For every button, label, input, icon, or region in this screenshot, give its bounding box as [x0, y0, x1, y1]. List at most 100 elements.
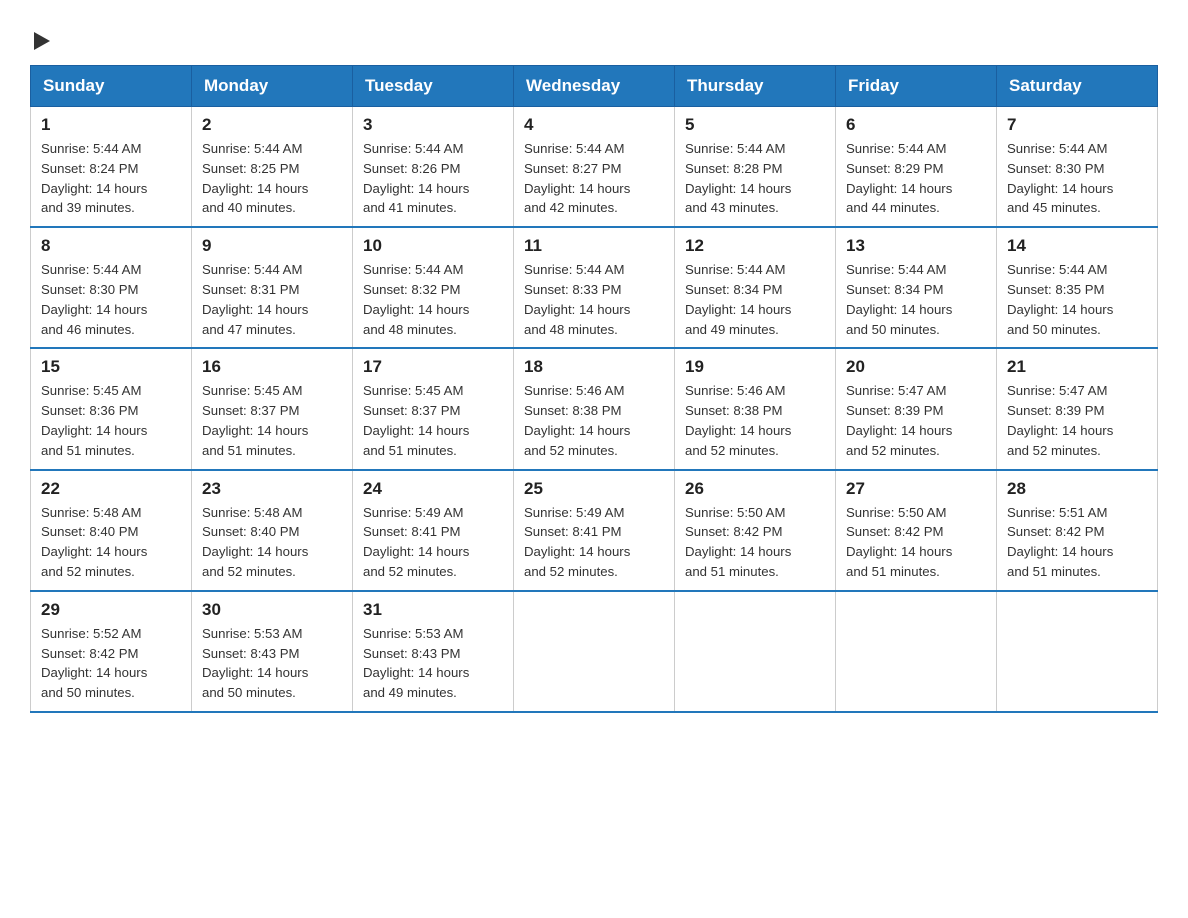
- day-number: 31: [363, 600, 503, 620]
- day-cell: 21 Sunrise: 5:47 AMSunset: 8:39 PMDayligh…: [997, 348, 1158, 469]
- day-info: Sunrise: 5:49 AMSunset: 8:41 PMDaylight:…: [524, 503, 664, 582]
- logo: [30, 20, 50, 55]
- day-cell: 17 Sunrise: 5:45 AMSunset: 8:37 PMDayligh…: [353, 348, 514, 469]
- day-cell: 6 Sunrise: 5:44 AMSunset: 8:29 PMDaylight…: [836, 107, 997, 228]
- day-number: 22: [41, 479, 181, 499]
- day-cell: 7Sunrise: 5:44 AMSunset: 8:30 PMDaylight…: [997, 107, 1158, 228]
- day-number: 20: [846, 357, 986, 377]
- day-cell: [997, 591, 1158, 712]
- header-cell-sunday: Sunday: [31, 66, 192, 107]
- day-info: Sunrise: 5:47 AMSunset: 8:39 PMDaylight:…: [846, 381, 986, 460]
- day-number: 15: [41, 357, 181, 377]
- day-cell: 24 Sunrise: 5:49 AMSunset: 8:41 PMDayligh…: [353, 470, 514, 591]
- header-cell-wednesday: Wednesday: [514, 66, 675, 107]
- day-info: Sunrise: 5:44 AMSunset: 8:29 PMDaylight:…: [846, 139, 986, 218]
- calendar-body: 1Sunrise: 5:44 AMSunset: 8:24 PMDaylight…: [31, 107, 1158, 712]
- header-cell-friday: Friday: [836, 66, 997, 107]
- day-cell: 9 Sunrise: 5:44 AMSunset: 8:31 PMDaylight…: [192, 227, 353, 348]
- day-number: 26: [685, 479, 825, 499]
- day-cell: 4Sunrise: 5:44 AMSunset: 8:27 PMDaylight…: [514, 107, 675, 228]
- day-info: Sunrise: 5:48 AMSunset: 8:40 PMDaylight:…: [41, 503, 181, 582]
- day-info: Sunrise: 5:44 AMSunset: 8:33 PMDaylight:…: [524, 260, 664, 339]
- day-cell: [675, 591, 836, 712]
- day-info: Sunrise: 5:44 AMSunset: 8:30 PMDaylight:…: [41, 260, 181, 339]
- day-cell: 25 Sunrise: 5:49 AMSunset: 8:41 PMDayligh…: [514, 470, 675, 591]
- day-info: Sunrise: 5:53 AMSunset: 8:43 PMDaylight:…: [202, 624, 342, 703]
- day-cell: 16 Sunrise: 5:45 AMSunset: 8:37 PMDayligh…: [192, 348, 353, 469]
- day-info: Sunrise: 5:44 AMSunset: 8:35 PMDaylight:…: [1007, 260, 1147, 339]
- day-cell: 20 Sunrise: 5:47 AMSunset: 8:39 PMDayligh…: [836, 348, 997, 469]
- day-number: 21: [1007, 357, 1147, 377]
- day-info: Sunrise: 5:44 AMSunset: 8:28 PMDaylight:…: [685, 139, 825, 218]
- day-number: 6: [846, 115, 986, 135]
- day-cell: 28 Sunrise: 5:51 AMSunset: 8:42 PMDayligh…: [997, 470, 1158, 591]
- day-number: 5: [685, 115, 825, 135]
- day-cell: [836, 591, 997, 712]
- day-cell: 22 Sunrise: 5:48 AMSunset: 8:40 PMDayligh…: [31, 470, 192, 591]
- header-cell-tuesday: Tuesday: [353, 66, 514, 107]
- header-cell-monday: Monday: [192, 66, 353, 107]
- day-number: 17: [363, 357, 503, 377]
- day-cell: 19 Sunrise: 5:46 AMSunset: 8:38 PMDayligh…: [675, 348, 836, 469]
- day-number: 19: [685, 357, 825, 377]
- day-cell: 13 Sunrise: 5:44 AMSunset: 8:34 PMDayligh…: [836, 227, 997, 348]
- day-info: Sunrise: 5:49 AMSunset: 8:41 PMDaylight:…: [363, 503, 503, 582]
- day-number: 16: [202, 357, 342, 377]
- day-number: 4: [524, 115, 664, 135]
- day-cell: [514, 591, 675, 712]
- day-cell: 10Sunrise: 5:44 AMSunset: 8:32 PMDayligh…: [353, 227, 514, 348]
- header-cell-thursday: Thursday: [675, 66, 836, 107]
- day-info: Sunrise: 5:44 AMSunset: 8:26 PMDaylight:…: [363, 139, 503, 218]
- day-number: 23: [202, 479, 342, 499]
- day-number: 29: [41, 600, 181, 620]
- week-row-1: 1Sunrise: 5:44 AMSunset: 8:24 PMDaylight…: [31, 107, 1158, 228]
- day-number: 30: [202, 600, 342, 620]
- day-cell: 8 Sunrise: 5:44 AMSunset: 8:30 PMDaylight…: [31, 227, 192, 348]
- day-cell: 26Sunrise: 5:50 AMSunset: 8:42 PMDayligh…: [675, 470, 836, 591]
- day-cell: 31 Sunrise: 5:53 AMSunset: 8:43 PMDayligh…: [353, 591, 514, 712]
- day-number: 25: [524, 479, 664, 499]
- day-cell: 23 Sunrise: 5:48 AMSunset: 8:40 PMDayligh…: [192, 470, 353, 591]
- day-cell: 11Sunrise: 5:44 AMSunset: 8:33 PMDayligh…: [514, 227, 675, 348]
- day-number: 28: [1007, 479, 1147, 499]
- day-info: Sunrise: 5:44 AMSunset: 8:34 PMDaylight:…: [846, 260, 986, 339]
- header-row: SundayMondayTuesdayWednesdayThursdayFrid…: [31, 66, 1158, 107]
- day-info: Sunrise: 5:45 AMSunset: 8:37 PMDaylight:…: [363, 381, 503, 460]
- day-number: 9: [202, 236, 342, 256]
- day-info: Sunrise: 5:46 AMSunset: 8:38 PMDaylight:…: [685, 381, 825, 460]
- day-cell: 14 Sunrise: 5:44 AMSunset: 8:35 PMDayligh…: [997, 227, 1158, 348]
- day-info: Sunrise: 5:44 AMSunset: 8:25 PMDaylight:…: [202, 139, 342, 218]
- day-number: 8: [41, 236, 181, 256]
- page-header: [30, 20, 1158, 55]
- week-row-5: 29 Sunrise: 5:52 AMSunset: 8:42 PMDayligh…: [31, 591, 1158, 712]
- day-info: Sunrise: 5:50 AMSunset: 8:42 PMDaylight:…: [846, 503, 986, 582]
- day-number: 7: [1007, 115, 1147, 135]
- day-info: Sunrise: 5:52 AMSunset: 8:42 PMDaylight:…: [41, 624, 181, 703]
- day-cell: 5 Sunrise: 5:44 AMSunset: 8:28 PMDaylight…: [675, 107, 836, 228]
- day-info: Sunrise: 5:46 AMSunset: 8:38 PMDaylight:…: [524, 381, 664, 460]
- day-info: Sunrise: 5:51 AMSunset: 8:42 PMDaylight:…: [1007, 503, 1147, 582]
- day-info: Sunrise: 5:45 AMSunset: 8:36 PMDaylight:…: [41, 381, 181, 460]
- week-row-4: 22 Sunrise: 5:48 AMSunset: 8:40 PMDayligh…: [31, 470, 1158, 591]
- day-number: 24: [363, 479, 503, 499]
- day-number: 14: [1007, 236, 1147, 256]
- day-info: Sunrise: 5:44 AMSunset: 8:31 PMDaylight:…: [202, 260, 342, 339]
- day-info: Sunrise: 5:53 AMSunset: 8:43 PMDaylight:…: [363, 624, 503, 703]
- day-cell: 12Sunrise: 5:44 AMSunset: 8:34 PMDayligh…: [675, 227, 836, 348]
- day-info: Sunrise: 5:44 AMSunset: 8:24 PMDaylight:…: [41, 139, 181, 218]
- day-info: Sunrise: 5:48 AMSunset: 8:40 PMDaylight:…: [202, 503, 342, 582]
- day-number: 12: [685, 236, 825, 256]
- day-cell: 29 Sunrise: 5:52 AMSunset: 8:42 PMDayligh…: [31, 591, 192, 712]
- calendar-header: SundayMondayTuesdayWednesdayThursdayFrid…: [31, 66, 1158, 107]
- day-number: 13: [846, 236, 986, 256]
- day-number: 10: [363, 236, 503, 256]
- day-cell: 3 Sunrise: 5:44 AMSunset: 8:26 PMDaylight…: [353, 107, 514, 228]
- day-cell: 27Sunrise: 5:50 AMSunset: 8:42 PMDayligh…: [836, 470, 997, 591]
- day-number: 3: [363, 115, 503, 135]
- day-info: Sunrise: 5:45 AMSunset: 8:37 PMDaylight:…: [202, 381, 342, 460]
- day-cell: 18Sunrise: 5:46 AMSunset: 8:38 PMDayligh…: [514, 348, 675, 469]
- week-row-2: 8 Sunrise: 5:44 AMSunset: 8:30 PMDaylight…: [31, 227, 1158, 348]
- day-info: Sunrise: 5:47 AMSunset: 8:39 PMDaylight:…: [1007, 381, 1147, 460]
- week-row-3: 15 Sunrise: 5:45 AMSunset: 8:36 PMDayligh…: [31, 348, 1158, 469]
- day-cell: 2Sunrise: 5:44 AMSunset: 8:25 PMDaylight…: [192, 107, 353, 228]
